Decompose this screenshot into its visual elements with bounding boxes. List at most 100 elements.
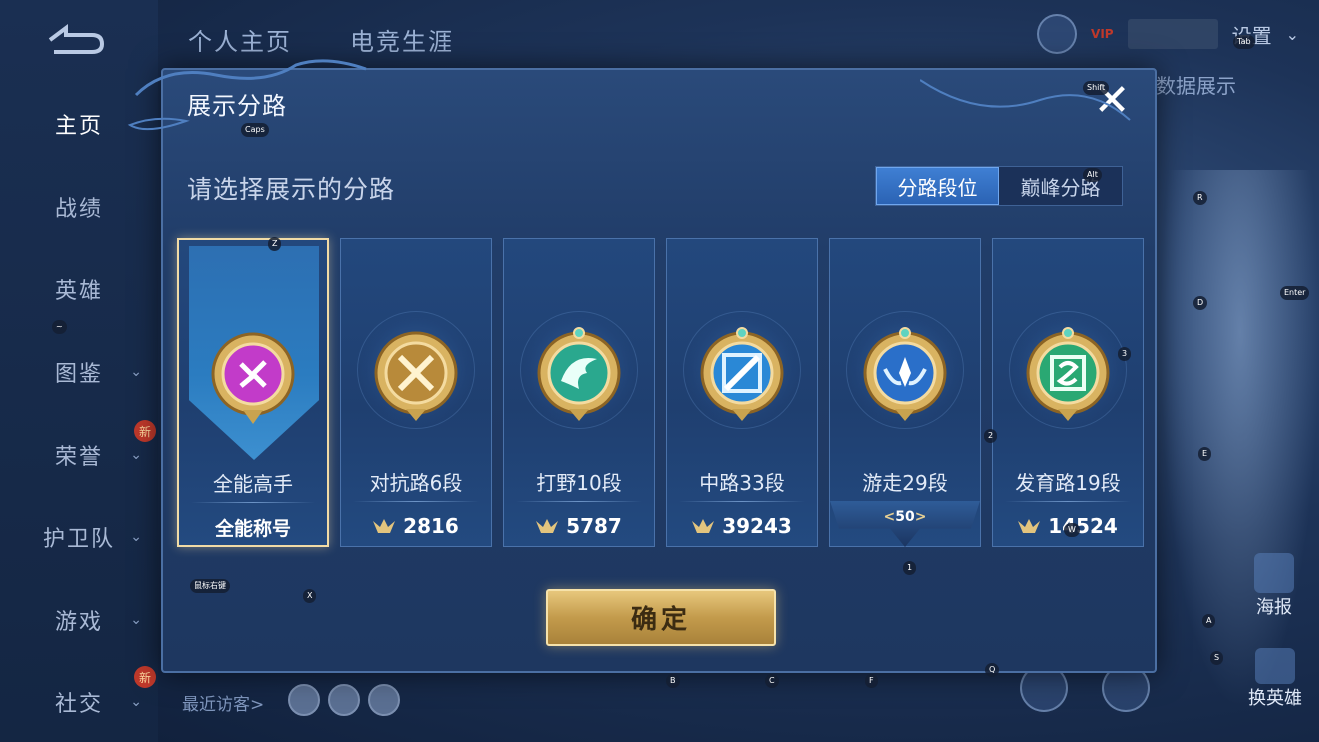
key-hint: Shift [1083,81,1110,95]
card-lane-name: 发育路19段 [1015,471,1121,495]
card-divider [516,501,642,502]
roam-medal-icon [863,327,947,421]
sidebar: 主页 战绩 英雄 图鉴 ⌄ 荣誉 ⌄ 新 护卫队 ⌄ 游戏 ⌄ 社交 ⌄ 新 [0,0,158,742]
sidebar-item-home[interactable]: 主页 [0,104,158,144]
card-points: 39243 [722,514,792,538]
tab-profile[interactable]: 个人主页 [188,22,292,57]
card-points: 5787 [566,514,622,538]
lane-card-jungle[interactable]: 打野10段 5787 [503,238,655,547]
sidebar-item-guard[interactable]: 护卫队 ⌄ [0,517,158,557]
new-badge: 新 [134,420,156,442]
poster-button[interactable]: 海报 [1246,553,1302,619]
avatar[interactable] [1037,14,1078,54]
card-divider [191,502,315,503]
card-footer: 全能称号 [179,510,327,544]
sidebar-item-heroes[interactable]: 英雄 [0,269,158,309]
key-hint: F [865,674,878,688]
sidebar-item-label: 英雄 [54,279,103,304]
info-box [1127,19,1218,49]
card-lane-name: 中路33段 [699,471,785,495]
key-hint: R [1193,191,1207,205]
key-hint: C [765,674,779,688]
chevron-down-icon: ⌄ [130,694,144,710]
card-lane-name: 全能高手 [213,472,293,496]
key-hint: 1 [903,561,917,575]
lane-display-dialog: 展示分路 ✕ 请选择展示的分路 分路段位 巅峰分路 全能高手 全能称号 对抗路6… [161,68,1157,673]
sidebar-item-games[interactable]: 游戏 ⌄ [0,600,158,640]
sidebar-item-social[interactable]: 社交 ⌄ [0,682,158,722]
sidebar-item-records[interactable]: 战绩 [0,187,158,227]
key-hint: 2 [984,429,998,443]
key-hint: S [1210,651,1224,665]
sidebar-item-label: 荣誉 [54,445,103,470]
card-divider [1005,501,1131,502]
key-hint: B [666,674,680,688]
sidebar-item-label: 护卫队 [42,527,115,552]
key-hint: ~ [52,320,67,334]
dialog-subtitle: 请选择展示的分路 [187,175,396,204]
key-hint: W [1064,523,1080,537]
card-divider [679,501,805,502]
change-hero-button[interactable]: 换英雄 [1240,648,1310,710]
tab-lane-rank[interactable]: 分路段位 [876,167,999,205]
peak-level-badge: <50 > [883,509,927,525]
new-badge: 新 [134,666,156,688]
dialog-title: 展示分路 [187,92,287,120]
rank-points-icon [536,519,559,533]
hero-artwork [1160,170,1319,710]
key-hint: 鼠标右键 [190,579,230,593]
rank-points-icon [373,519,396,533]
poster-icon [1254,553,1294,593]
key-hint: Tab [1233,35,1255,49]
avatar[interactable] [368,684,400,716]
confirm-button[interactable]: 确定 [546,589,776,646]
poster-button-label: 海报 [1256,597,1292,618]
sidebar-item-honor[interactable]: 荣誉 ⌄ [0,435,158,475]
card-footer: 39243 [667,509,817,543]
sidebar-item-label: 战绩 [54,197,103,222]
card-points: 2816 [403,514,459,538]
chevron-down-icon: ⌄ [130,447,144,463]
avatar[interactable] [328,684,360,716]
jungle-medal-icon [537,327,621,421]
change-hero-icon [1255,648,1295,684]
farm-lane-medal-icon [1026,327,1110,421]
card-lane-name: 游走29段 [862,471,948,495]
card-lane-name: 打野10段 [536,471,622,495]
lane-card-list: 全能高手 全能称号 对抗路6段 2816 打野10段 5787 中路33段 39… [177,238,1144,547]
lane-card-all-round[interactable]: 全能高手 全能称号 [177,238,329,547]
chevron-down-icon: ⌄ [130,364,144,380]
card-lane-name: 对抗路6段 [369,471,463,495]
key-hint: E [1198,447,1212,461]
recent-visitors-link[interactable]: 最近访客> [182,690,264,715]
chevron-down-icon: ⌄ [130,529,144,545]
card-footer: 5787 [504,509,654,543]
sidebar-item-label: 社交 [54,692,103,717]
mid-lane-medal-icon [700,327,784,421]
key-hint: Enter [1280,286,1310,300]
clash-lane-medal-icon [374,331,458,421]
lane-card-clash[interactable]: 对抗路6段 2816 [340,238,492,547]
peak-level-value: 50 [895,509,915,525]
key-hint: 3 [1118,347,1132,361]
tab-esports-career[interactable]: 电竞生涯 [350,22,454,57]
sidebar-item-catalog[interactable]: 图鉴 ⌄ [0,352,158,392]
card-divider [353,501,479,502]
all-round-medal-icon [211,332,295,424]
back-arrow-icon[interactable] [40,22,110,58]
avatar[interactable] [288,684,320,716]
lane-card-roam[interactable]: 游走29段 <50 > [829,238,981,547]
sidebar-item-label: 游戏 [54,610,103,635]
key-hint: Caps [241,123,269,137]
tab-peak-lane[interactable]: 巅峰分路 [999,167,1122,205]
lane-card-farm[interactable]: 发育路19段 14524 [992,238,1144,547]
vip-badge: VIP [1091,27,1114,41]
card-footer: 2816 [341,509,491,543]
card-points: 14524 [1048,514,1118,538]
chevron-down-icon[interactable]: ⌄ [1286,25,1299,44]
chevron-down-icon: ⌄ [130,612,144,628]
card-footer-label: 全能称号 [214,517,291,540]
rank-points-icon [692,519,715,533]
lane-card-mid[interactable]: 中路33段 39243 [666,238,818,547]
sidebar-item-label: 图鉴 [54,362,103,387]
